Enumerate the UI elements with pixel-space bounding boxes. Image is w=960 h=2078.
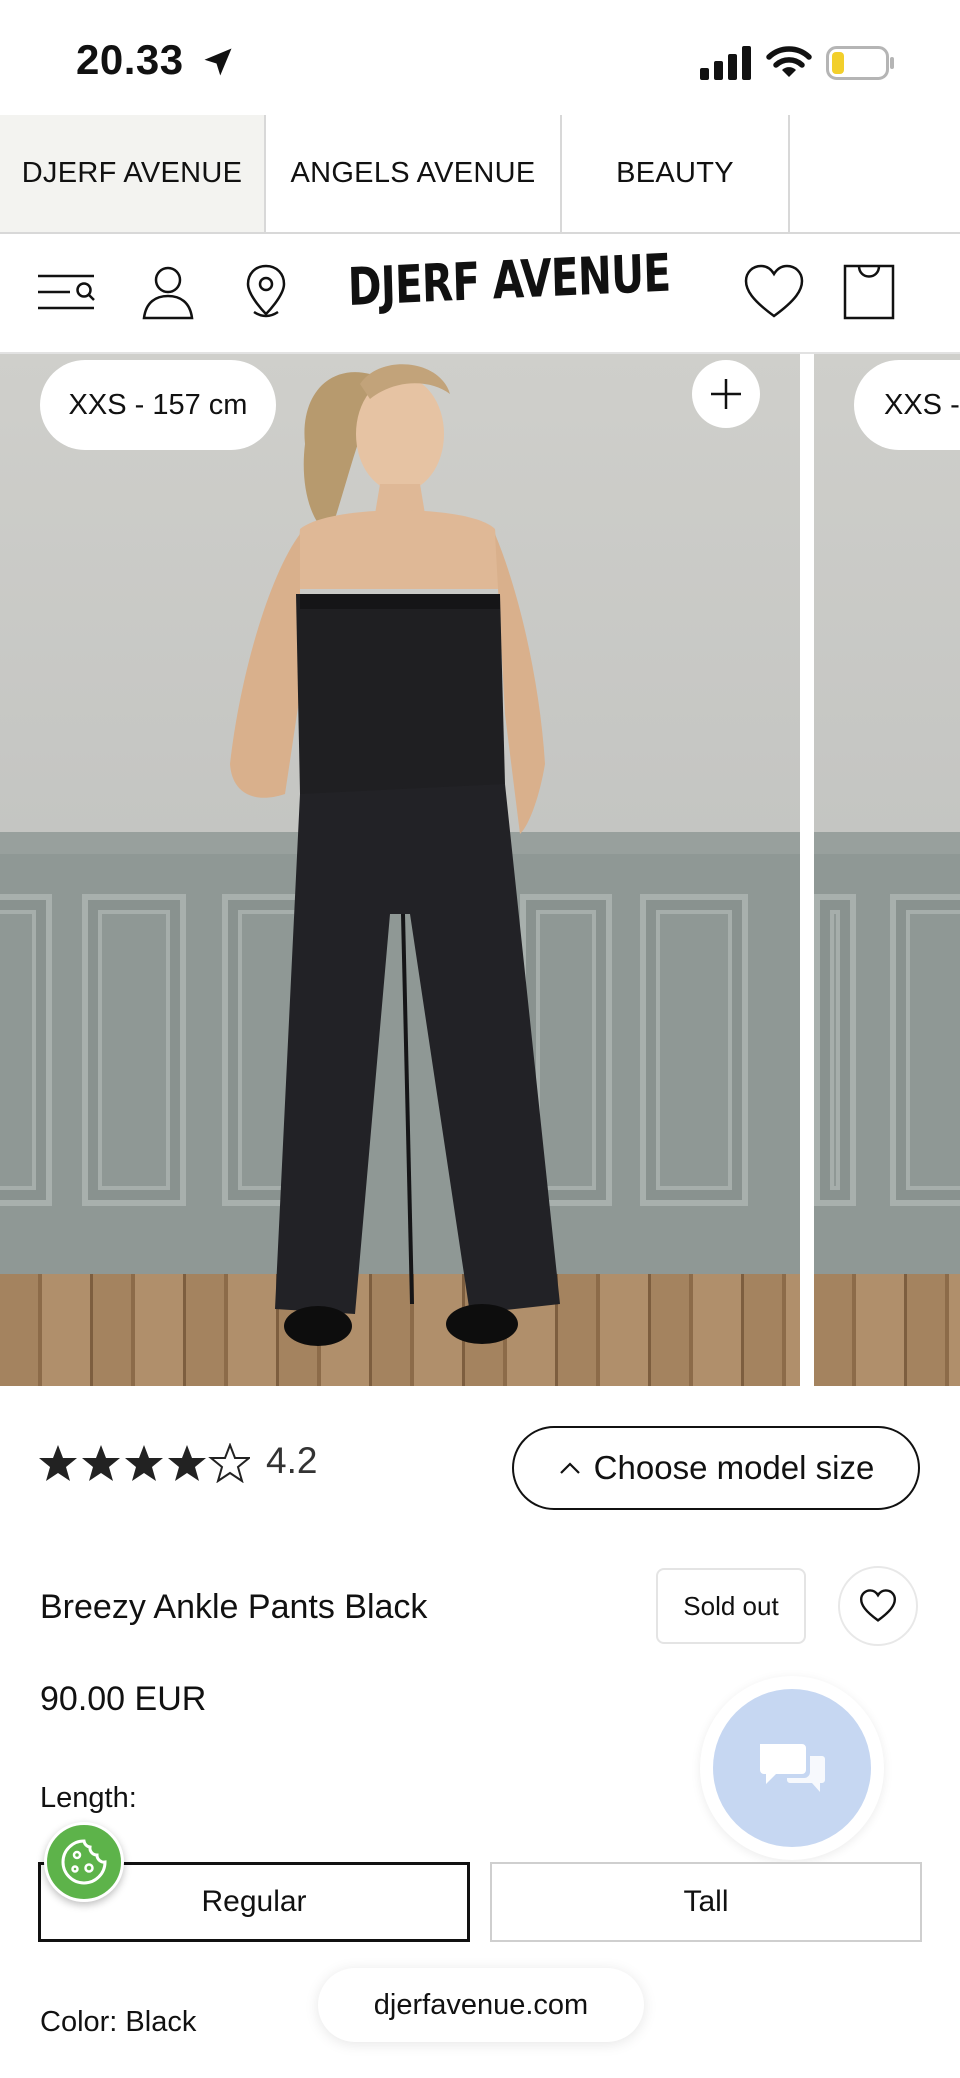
store-locator-icon[interactable]: [236, 262, 296, 322]
tab-djerf-avenue[interactable]: DJERF AVENUE: [0, 115, 266, 232]
account-icon[interactable]: [138, 262, 198, 322]
cart-icon[interactable]: [842, 262, 896, 322]
choose-model-size-button[interactable]: Choose model size: [512, 1426, 920, 1510]
brand-tabs: DJERF AVENUE ANGELS AVENUE BEAUTY: [0, 115, 960, 234]
wifi-icon: [766, 46, 812, 77]
rating-stars: [39, 1444, 250, 1482]
brand-logo[interactable]: DJERF AVENUE: [347, 244, 671, 328]
product-image-carousel[interactable]: XXS - 157 cm XXS -: [0, 354, 960, 1386]
color-label: Color: Black: [40, 2006, 197, 2038]
sold-out-badge: Sold out: [656, 1568, 806, 1644]
menu-search-icon[interactable]: [36, 262, 96, 322]
tab-angels-avenue[interactable]: ANGELS AVENUE: [266, 115, 562, 232]
cookie-settings-button[interactable]: [44, 1822, 124, 1902]
chat-launcher[interactable]: [700, 1676, 884, 1860]
chevron-up-icon: [559, 1462, 580, 1474]
battery-low-icon: [826, 46, 894, 80]
zoom-button[interactable]: [692, 360, 760, 428]
location-arrow-icon: [204, 48, 232, 76]
heart-icon: [859, 1589, 897, 1622]
model-size-badge: XXS - 157 cm: [40, 360, 276, 450]
product-image-slide[interactable]: XXS - 157 cm: [0, 354, 800, 1386]
product-model-photo: [230, 364, 560, 1346]
cookie-icon: [61, 1839, 107, 1885]
add-to-wishlist-button[interactable]: [838, 1566, 918, 1646]
wishlist-icon[interactable]: [742, 262, 806, 322]
chat-button[interactable]: [713, 1689, 871, 1847]
site-header: DJERF AVENUE: [0, 234, 960, 354]
product-image-slide-next[interactable]: XXS -: [814, 354, 960, 1386]
length-label: Length:: [40, 1782, 137, 1814]
cellular-signal-icon: [700, 46, 751, 80]
browser-url-bar[interactable]: djerfavenue.com: [318, 1968, 644, 2042]
product-title: Breezy Ankle Pants Black: [40, 1588, 428, 1626]
choose-model-size-label: Choose model size: [593, 1449, 875, 1486]
length-option-tall[interactable]: Tall: [490, 1862, 922, 1942]
product-price: 90.00 EUR: [40, 1680, 207, 1718]
model-size-badge: XXS -: [854, 360, 960, 450]
plus-icon: [711, 379, 741, 409]
status-time: 20.33: [76, 36, 184, 83]
chat-bubbles-icon: [760, 1744, 825, 1792]
rating-value: 4.2: [266, 1440, 318, 1481]
tab-beauty[interactable]: BEAUTY: [562, 115, 790, 232]
